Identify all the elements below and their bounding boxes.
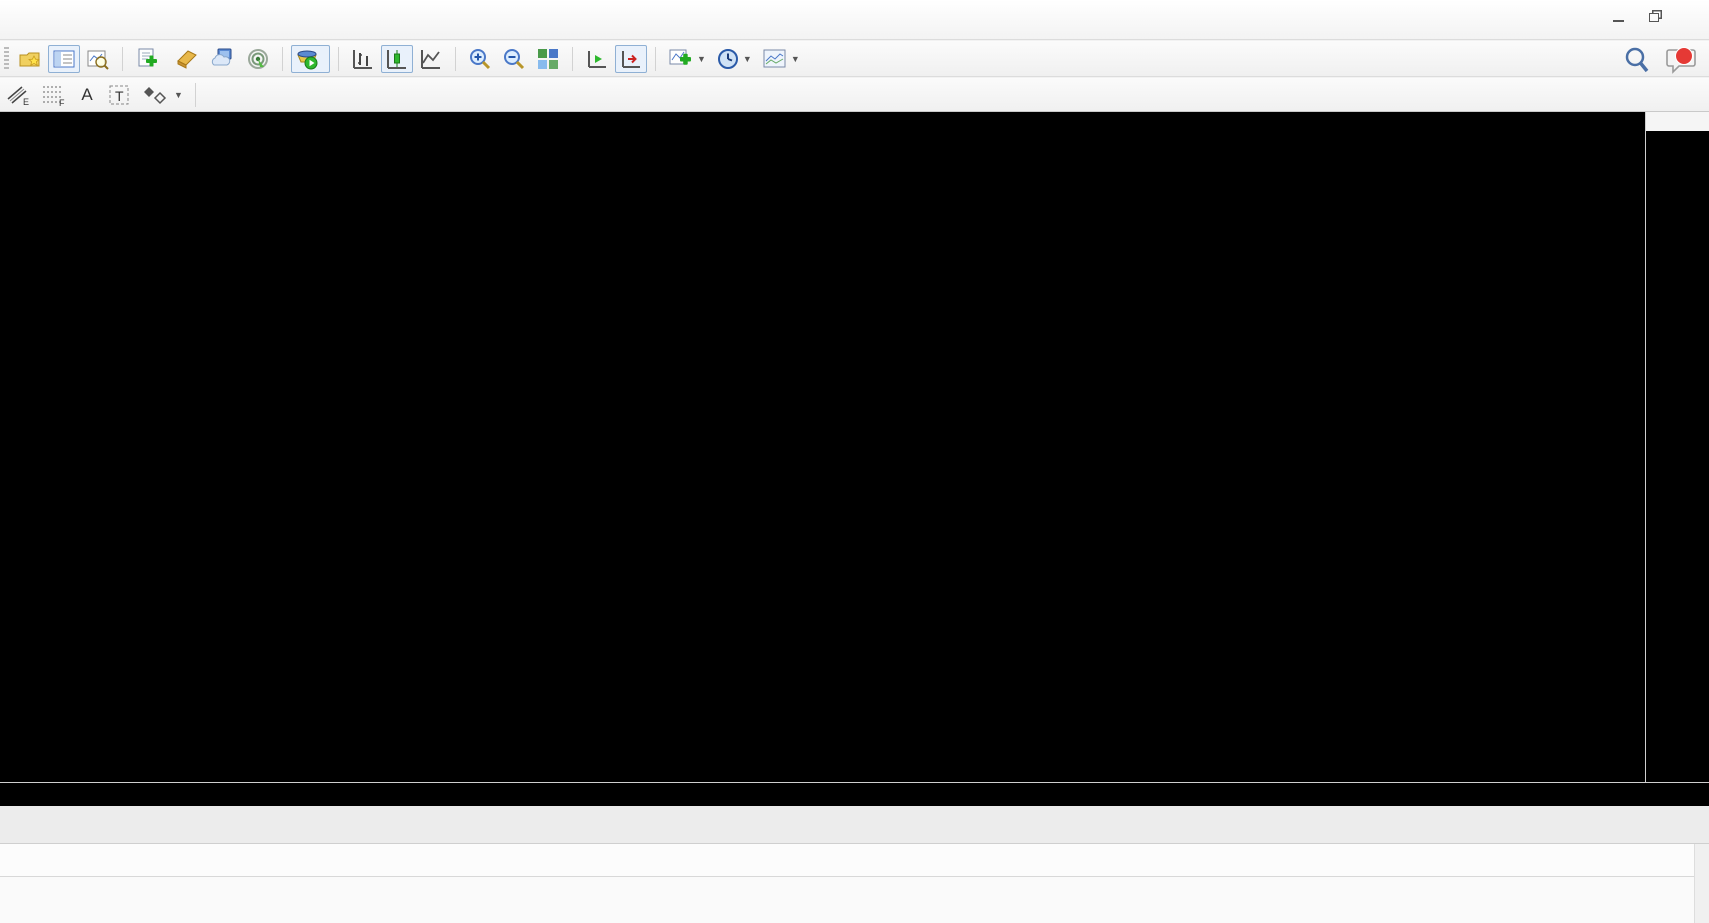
auto-scroll-icon <box>585 47 609 71</box>
chart-shift-button[interactable] <box>615 45 647 73</box>
toolbar-separator <box>122 47 123 71</box>
chevron-down-icon: ▼ <box>791 54 800 64</box>
zoom-out-button[interactable] <box>498 45 530 73</box>
toolbar-separator <box>195 83 196 107</box>
new-order-button[interactable] <box>131 45 168 73</box>
data-window-icon <box>86 48 110 70</box>
candlestick-plot <box>0 112 1709 806</box>
equidistant-channel-button[interactable]: E <box>1 81 35 109</box>
toolbar-separator <box>655 47 656 71</box>
periods-button[interactable]: ▼ <box>712 45 756 73</box>
menu-bar <box>0 0 1709 40</box>
text-button[interactable]: A <box>73 81 101 109</box>
svg-text:E: E <box>23 97 29 107</box>
arrows-shapes-button[interactable]: ▼ <box>137 81 187 109</box>
current-price-tag <box>1646 112 1709 131</box>
close-button[interactable] <box>1675 4 1705 30</box>
zoom-in-button[interactable] <box>464 45 496 73</box>
chart-shift-icon <box>619 47 643 71</box>
toolbar-separator <box>282 47 283 71</box>
text-label-icon: T <box>107 84 131 106</box>
toolbar-separator <box>572 47 573 71</box>
history-center-button[interactable] <box>170 45 204 73</box>
new-order-icon <box>135 47 159 71</box>
folder-star-icon <box>18 48 42 70</box>
trade-history-panel <box>0 844 1709 923</box>
shapes-icon <box>141 84 171 106</box>
restore-button[interactable] <box>1639 4 1669 30</box>
indicators-icon <box>668 47 694 71</box>
computer-cloud-icon <box>210 47 236 71</box>
templates-icon <box>762 48 788 70</box>
time-axis[interactable] <box>0 782 1709 806</box>
indicators-button[interactable]: ▼ <box>664 45 710 73</box>
bar-chart-button[interactable] <box>347 45 379 73</box>
chevron-down-icon: ▼ <box>743 54 752 64</box>
history-table-header[interactable] <box>0 844 1694 877</box>
mt-terminal-window: ▼ ▼ ▼ E F A T ▼ <box>0 0 1709 923</box>
signals-button[interactable] <box>242 45 274 73</box>
chevron-down-icon: ▼ <box>174 90 183 100</box>
svg-text:F: F <box>59 98 65 107</box>
gold-book-icon <box>174 47 200 71</box>
vertical-scrollbar[interactable] <box>1694 844 1709 923</box>
price-axis-line <box>1645 112 1646 806</box>
label-button[interactable]: T <box>103 81 135 109</box>
line-chart-icon <box>419 47 443 71</box>
zoom-in-icon <box>468 47 492 71</box>
toolbar-standard: ▼ ▼ ▼ <box>0 41 1709 77</box>
toolbar-line-studies: E F A T ▼ <box>0 78 1709 112</box>
auto-scroll-button[interactable] <box>581 45 613 73</box>
search-icon[interactable] <box>1623 45 1651 80</box>
autotrading-cart-icon <box>295 47 321 71</box>
toolbar-separator <box>455 47 456 71</box>
autotrading-button[interactable] <box>291 45 330 73</box>
tile-windows-button[interactable] <box>532 45 564 73</box>
profiles-button[interactable] <box>14 45 46 73</box>
notifications-button[interactable] <box>1665 44 1699 81</box>
clock-icon <box>716 47 740 71</box>
candlestick-chart-button[interactable] <box>381 45 413 73</box>
tile-windows-icon <box>536 47 560 71</box>
fibonacci-icon: F <box>41 83 67 107</box>
toolbar-separator <box>338 47 339 71</box>
market-watch-button[interactable] <box>48 45 80 73</box>
minimize-button[interactable] <box>1603 4 1633 30</box>
chart-area[interactable] <box>0 112 1709 806</box>
metaquotes-services-button[interactable] <box>206 45 240 73</box>
market-watch-icon <box>52 48 76 70</box>
chevron-down-icon: ▼ <box>697 54 706 64</box>
toolbar-drag-handle[interactable] <box>4 47 9 71</box>
candlestick-icon <box>385 47 409 71</box>
notification-badge <box>1675 47 1693 65</box>
chart-tabs-bar <box>0 806 1709 844</box>
text-a-icon: A <box>81 85 92 105</box>
fibonacci-button[interactable]: F <box>37 81 71 109</box>
channel-icon: E <box>5 83 31 107</box>
svg-text:T: T <box>115 88 124 104</box>
window-controls <box>1603 4 1705 30</box>
bar-chart-icon <box>351 47 375 71</box>
line-chart-button[interactable] <box>415 45 447 73</box>
zoom-out-icon <box>502 47 526 71</box>
data-window-button[interactable] <box>82 45 114 73</box>
signal-icon <box>246 47 270 71</box>
templates-button[interactable]: ▼ <box>758 45 804 73</box>
